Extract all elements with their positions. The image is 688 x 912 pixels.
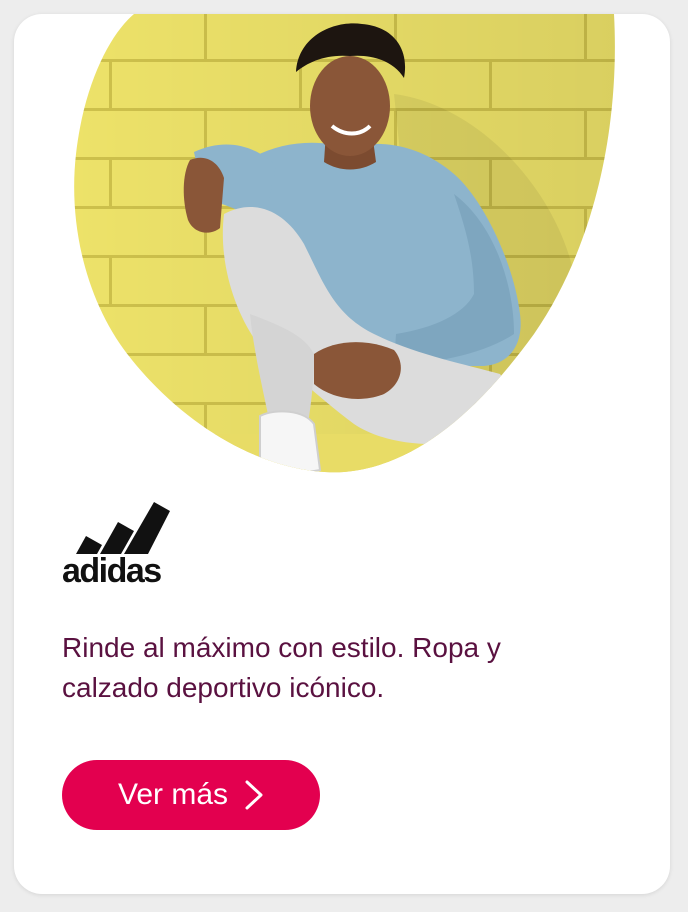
promo-description: Rinde al máximo con estilo. Ropa y calza…	[62, 632, 501, 703]
hero-image	[14, 14, 670, 484]
see-more-label: Ver más	[117, 778, 229, 811]
see-more-button[interactable]: Ver más	[62, 760, 320, 830]
brand-name: adidas	[62, 552, 162, 590]
promo-card: adidas Rinde al máximo con estilo. Ropa …	[14, 14, 670, 894]
chevron-right-icon	[244, 780, 264, 810]
brand-logo: adidas	[62, 502, 186, 588]
adidas-three-stripes-logo	[76, 502, 170, 554]
